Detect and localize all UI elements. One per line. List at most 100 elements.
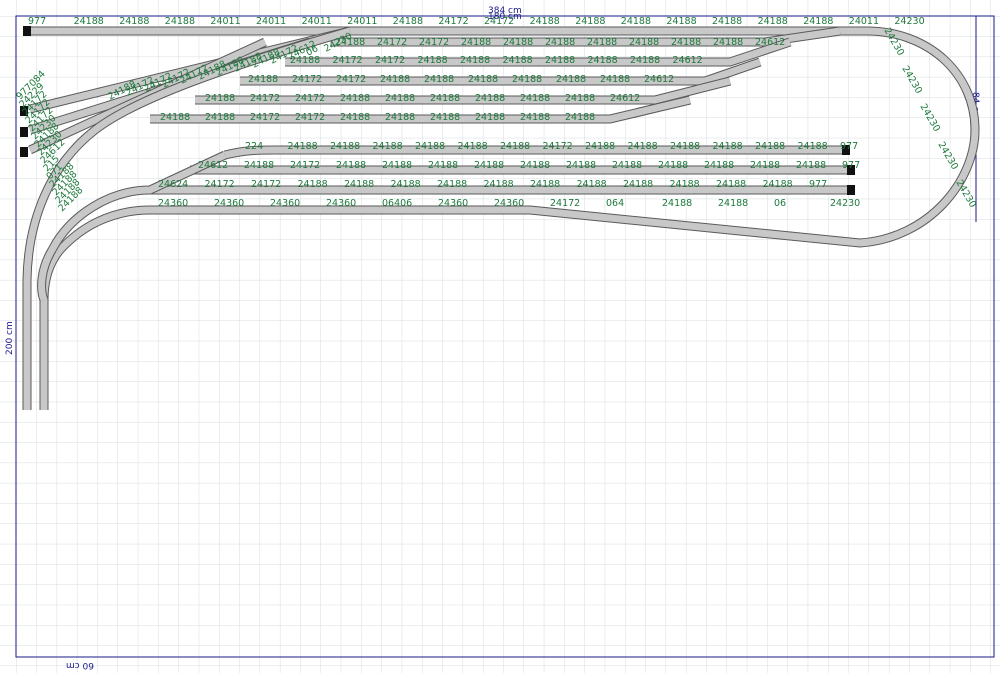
track-part-label: 977 [28,16,46,27]
track-part-label: 24612 [198,160,228,171]
track-part-label: 24188 [530,16,560,27]
track-part-label: 24188 [424,74,454,85]
track-part-label: 24188 [600,74,630,85]
track-part-label: 24188 [288,141,318,152]
track-part-label: 24188 [430,93,460,104]
track-part-label: 24188 [629,37,659,48]
track-part-label: 24188 [74,16,104,27]
track-part-label: 24188 [430,112,460,123]
track-part-label: 24188 [666,16,696,27]
track-part-label: 24188 [670,179,700,190]
bumper-icon [20,127,28,137]
track-part-label: 24172 [295,93,325,104]
track-part-label: 24188 [662,198,692,209]
track-part-label: 24011 [849,16,879,27]
track-part-label: 24360 [438,198,468,209]
track-part-label: 24188 [658,160,688,171]
track-part-label: 24011 [302,16,332,27]
track-part-label: 24172 [336,74,366,85]
track-part-label: 24188 [520,93,550,104]
track-part-label: 24188 [244,160,274,171]
track-part-label: 24172 [205,179,235,190]
track-part-label: 24360 [270,198,300,209]
track-part-label: 24188 [621,16,651,27]
track-part-label: 24188 [713,37,743,48]
track-part-label: 24172 [250,112,280,123]
track-part-label: 24188 [298,179,328,190]
track-part-label: 24188 [119,16,149,27]
track-part-label: 24230 [830,198,860,209]
track-part-label: 24188 [340,112,370,123]
track-part-label: 24188 [704,160,734,171]
track-part-label: 24612 [644,74,674,85]
track-part-label: 24188 [763,179,793,190]
track-part-label: 24188 [566,160,596,171]
track-part-label: 24172 [375,55,405,66]
track-part-label: 24011 [210,16,240,27]
track-part-label: 224 [245,141,263,152]
track-part-label: 24188 [160,112,190,123]
track-part-label: 24172 [438,16,468,27]
track-part-label: 24188 [718,198,748,209]
bumper-icon [847,185,855,195]
track-part-label: 24188 [484,179,514,190]
track-part-label: 24360 [214,198,244,209]
track-part-label: 24188 [437,179,467,190]
track-part-label: 24188 [545,37,575,48]
track-part-label: 24188 [330,141,360,152]
track-part-label: 24188 [391,179,421,190]
track-part-label: 24188 [530,179,560,190]
track-part-label: 24172 [550,198,580,209]
track-part-label: 24188 [418,55,448,66]
track-part-label: 24188 [475,112,505,123]
track-part-label: 24188 [796,160,826,171]
track-part-label: 24188 [575,16,605,27]
track-part-label: 24188 [373,141,403,152]
track-part-label: 24188 [670,141,700,152]
track-part-label: 24360 [158,198,188,209]
track-part-label: 24188 [248,74,278,85]
track-part-label: 24188 [803,16,833,27]
track-part-label: 24172 [543,141,573,152]
track-part-label: 24188 [520,112,550,123]
track-part-label: 24188 [758,16,788,27]
track-part-label: 24188 [512,74,542,85]
track-part-label: 24188 [612,160,642,171]
track-part-label: 24188 [460,55,490,66]
track-part-label: 24188 [428,160,458,171]
track-part-label: 24188 [556,74,586,85]
track-part-label: 24612 [610,93,640,104]
track-part-label: 24188 [500,141,530,152]
track-part-label: 24188 [545,55,575,66]
track-part-label: 24188 [340,93,370,104]
track-part-label: 24188 [628,141,658,152]
track-part-label: 24230 [894,16,924,27]
track-part-label: 24188 [336,160,366,171]
track-part-label: 24188 [712,16,742,27]
bumper-icon [23,26,31,36]
track-part-label: 24188 [415,141,445,152]
track-part-label: 24188 [520,160,550,171]
track-layout-canvas[interactable]: 384 cm 180 cm 200 cm 84 cm 60 cm 977 241… [0,0,1000,673]
track-part-label: 06 [774,198,786,209]
track-part-label: 24188 [713,141,743,152]
track-part-label: 06406 [382,198,412,209]
track-part-label: 24188 [587,37,617,48]
track-part-label: 24360 [494,198,524,209]
track-part-label: 24188 [382,160,412,171]
track-part-label: 24172 [333,55,363,66]
track-part-label: 24612 [673,55,703,66]
track-part-label: 24188 [623,179,653,190]
track-part-label: 24188 [385,93,415,104]
track-part-label: 24188 [468,74,498,85]
track-part-label: 977 [809,179,827,190]
track-part-label: 24172 [290,160,320,171]
bumper-icon [20,147,28,157]
track-part-label: 24011 [347,16,377,27]
track-part-label: 24188 [798,141,828,152]
track-part-label: 24188 [565,93,595,104]
track-part-label: 24624 [158,179,188,190]
track-part-label: 24188 [461,37,491,48]
track-part-label: 24172 [419,37,449,48]
track-part-label: 24188 [750,160,780,171]
